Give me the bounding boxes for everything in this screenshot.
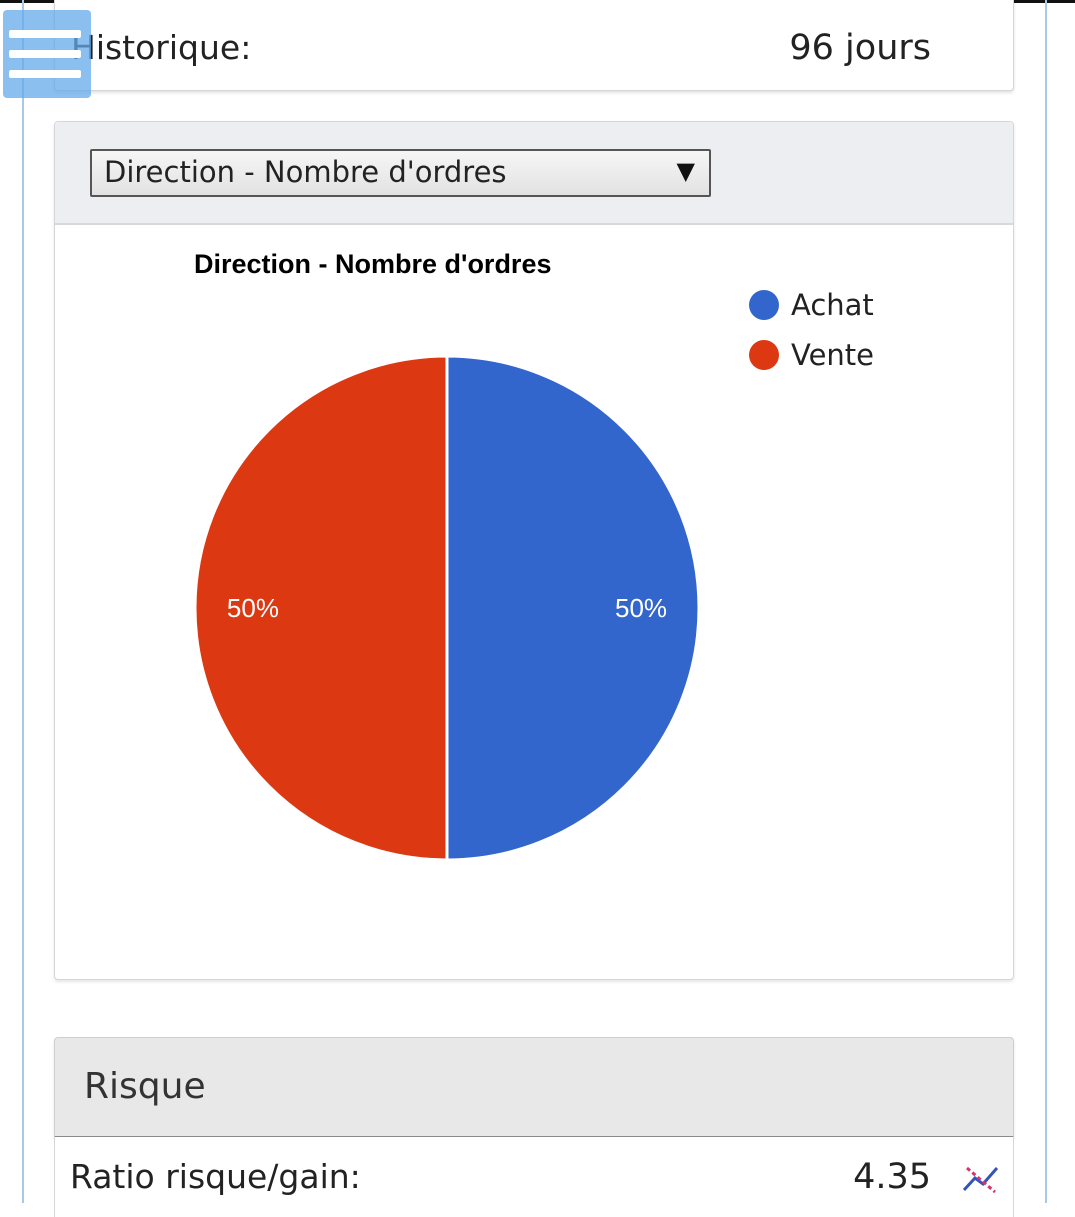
pie-slice-label-vente: 50%	[227, 593, 279, 623]
chart-card: Direction - Nombre d'ordres ▼ Direction …	[54, 121, 1014, 980]
ratio-label: Ratio risque/gain:	[70, 1157, 361, 1196]
pie-slice-label-achat: 50%	[615, 593, 667, 623]
legend-label-achat[interactable]: Achat	[791, 288, 874, 322]
risk-ratio-row: Ratio risque/gain: 4.35	[54, 1137, 1014, 1217]
chart-type-select[interactable]: Direction - Nombre d'ordres ▼	[90, 149, 711, 197]
ratio-value: 4.35	[853, 1157, 931, 1197]
history-card: Historique: 96 jours	[54, 0, 1014, 91]
risk-section-header: Risque	[54, 1037, 1014, 1138]
page-left-border	[22, 0, 24, 1203]
trend-chart-icon[interactable]	[961, 1162, 1001, 1196]
page-right-border	[1045, 0, 1047, 1203]
pie-slices: 50% 50%	[193, 354, 701, 862]
legend-label-vente[interactable]: Vente	[791, 338, 874, 372]
history-label: Historique:	[71, 28, 252, 67]
risk-title: Risque	[84, 1066, 206, 1107]
dropdown-arrow-icon: ▼	[676, 157, 695, 185]
legend-swatch-vente	[749, 340, 779, 370]
chart-type-select-value: Direction - Nombre d'ordres	[104, 155, 507, 189]
chart-title: Direction - Nombre d'ordres	[194, 249, 551, 279]
chart-card-header: Direction - Nombre d'ordres ▼	[55, 122, 1013, 225]
legend-swatch-achat	[749, 290, 779, 320]
hamburger-menu-icon[interactable]	[3, 10, 91, 98]
pie-chart: Direction - Nombre d'ordres 50% 50% Achat…	[193, 249, 874, 862]
history-value: 96 jours	[789, 28, 931, 68]
chart-legend: Achat Vente	[749, 288, 874, 372]
